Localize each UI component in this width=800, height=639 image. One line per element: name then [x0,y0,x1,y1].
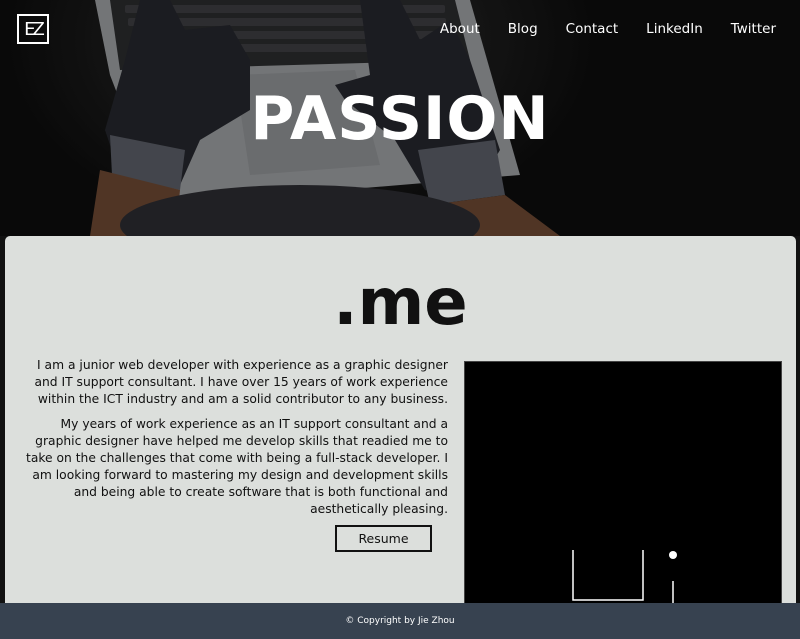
resume-button[interactable]: Resume [335,525,432,552]
intro-animation [464,361,782,616]
bio-text: I am a junior web developer with experie… [19,357,448,526]
bio-paragraph-1: I am a junior web developer with experie… [34,358,448,406]
nav-blog[interactable]: Blog [508,21,538,37]
copyright-text: © Copyright by Jie Zhou [345,616,455,626]
nav-contact[interactable]: Contact [566,21,619,37]
hero-title: PASSION [250,84,550,154]
site-footer: © Copyright by Jie Zhou [0,603,800,639]
hi-drawing [572,550,677,607]
bio-paragraph-2: My years of work experience as an IT sup… [26,417,448,516]
about-panel: .me I am a junior web developer with exp… [5,236,796,616]
main-nav: About Blog Contact LinkedIn Twitter [440,21,776,37]
section-title: .me [333,266,468,340]
nav-about[interactable]: About [440,21,480,37]
logo-text: EZ [24,18,45,40]
nav-twitter[interactable]: Twitter [731,21,776,37]
hero-banner: EZ About Blog Contact LinkedIn Twitter P… [0,0,800,236]
site-logo[interactable]: EZ [17,14,49,44]
nav-linkedin[interactable]: LinkedIn [646,21,703,37]
